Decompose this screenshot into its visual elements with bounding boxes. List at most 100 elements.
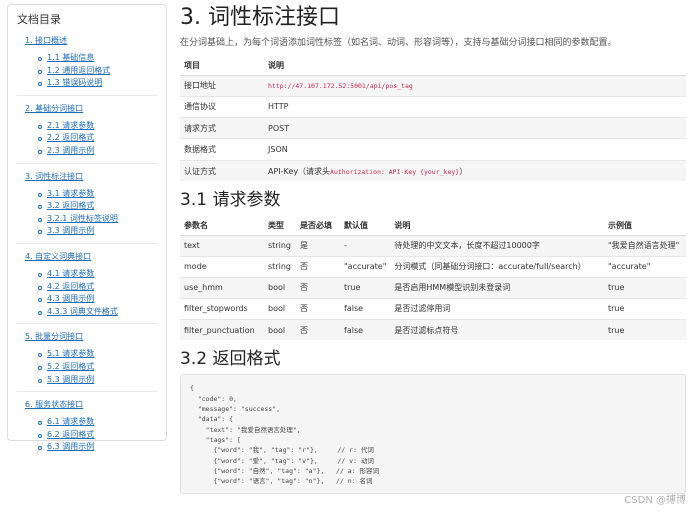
info-key: 数据格式 — [180, 138, 264, 161]
toc-item: 4.1 请求参数 — [38, 268, 158, 281]
info-value: HTTP — [264, 95, 686, 118]
toc-sublist: 6.1 请求参数 6.2 返回格式 6.3 调用示例 — [17, 416, 158, 454]
params-cell: 待处理的中文文本，长度不超过10000字 — [390, 234, 604, 257]
toc-item-link[interactable]: 6.2 返回格式 — [47, 430, 94, 439]
toc-item-link[interactable]: 4.1 请求参数 — [47, 269, 94, 278]
toc-item: 5.1 请求参数 — [38, 348, 158, 361]
toc-item: 4.3.3 词典文件格式 — [38, 306, 158, 319]
params-cell: - — [340, 234, 391, 257]
toc-item: 2.3 调用示例 — [38, 145, 158, 158]
toc-item-link[interactable]: 4.3 调用示例 — [47, 294, 94, 303]
endpoint-url[interactable]: http://47.107.172.52:5001/api/pos_tag — [268, 82, 413, 90]
toc-item-link[interactable]: 1.3 错误码说明 — [47, 78, 102, 87]
toc-item-link[interactable]: 5.3 调用示例 — [47, 375, 94, 384]
toc-section-link[interactable]: 4. 自定义词典接口 — [25, 252, 158, 262]
table-row: filter_punctuation bool 否 false 是否过滤标点符号 true — [180, 318, 686, 341]
toc-item: 5.3 调用示例 — [38, 374, 158, 387]
toc-item-link[interactable]: 3.2.1 词性标签说明 — [47, 214, 118, 223]
info-table-header: 项目 说明 — [180, 56, 686, 76]
toc-item-link[interactable]: 4.2 返回格式 — [47, 282, 94, 291]
table-row: use_hmm bool 否 true 是否启用HMM模型识别未登录词 true — [180, 276, 686, 299]
params-table-header: 参数名 类型 是否必填 默认值 说明 示例值 — [180, 215, 686, 236]
info-key: 通信协议 — [180, 95, 264, 118]
params-cell: bool — [264, 318, 296, 341]
params-heading: 3.1 请求参数 — [180, 190, 281, 211]
toc-section: 1. 接口概述 1.1 基础信息 1.2 通用返回格式 1.3 错误码说明 — [17, 36, 158, 96]
toc-item-link[interactable]: 2.2 返回格式 — [47, 133, 94, 142]
params-cell: "accurate" — [340, 255, 391, 278]
response-heading: 3.2 返回格式 — [180, 349, 281, 370]
toc-section: 3. 词性标注接口 3.1 请求参数 3.2 返回格式 3.2.1 词性标签说明 3.3… — [17, 172, 158, 244]
params-cell: bool — [264, 276, 296, 299]
toc-item: 3.2 返回格式 — [38, 200, 158, 213]
params-header-cell: 参数名 — [180, 215, 264, 236]
toc-sublist: 2.1 请求参数 2.2 返回格式 2.3 调用示例 — [17, 120, 158, 158]
toc-item-link[interactable]: 1.2 通用返回格式 — [47, 66, 110, 75]
info-header-item: 项目 — [180, 56, 264, 76]
toc-item-link[interactable]: 1.1 基础信息 — [47, 53, 94, 62]
toc-item: 6.3 调用示例 — [38, 441, 158, 454]
info-value-cell: API-Key（请求头Authorization: API-Key {your_… — [264, 159, 686, 182]
toc-item-link[interactable]: 6.3 调用示例 — [47, 442, 94, 451]
table-row: 通信协议 HTTP — [180, 95, 686, 118]
params-cell: "我爱自然语言处理" — [604, 234, 686, 257]
table-row: text string 是 - 待处理的中文文本，长度不超过10000字 "我爱自然语言处… — [180, 234, 686, 257]
toc-section: 2. 基础分词接口 2.1 请求参数 2.2 返回格式 2.3 调用示例 — [17, 104, 158, 164]
toc-item-link[interactable]: 3.2 返回格式 — [47, 201, 94, 210]
toc-section: 4. 自定义词典接口 4.1 请求参数 4.2 返回格式 4.3 调用示例 4.3.3 … — [17, 252, 158, 325]
main-content: 3. 词性标注接口 在分词基础上，为每个词语添加词性标签（如名词、动词、形容词等… — [180, 0, 686, 495]
params-cell: 是否过滤停用词 — [390, 297, 604, 320]
params-cell: 分词模式（同基础分词接口：accurate/full/search） — [390, 255, 604, 278]
info-table: 项目 说明 接口地址 http://47.107.172.52:5001/api… — [180, 56, 686, 182]
params-cell: true — [604, 318, 686, 341]
table-row: 请求方式 POST — [180, 117, 686, 139]
table-row: 数据格式 JSON — [180, 138, 686, 161]
params-cell: bool — [264, 297, 296, 320]
info-value: POST — [264, 117, 686, 139]
toc-section-link[interactable]: 5. 批量分词接口 — [25, 332, 158, 342]
toc-sublist: 5.1 请求参数 5.2 返回格式 5.3 调用示例 — [17, 348, 158, 386]
toc-item-link[interactable]: 5.1 请求参数 — [47, 349, 94, 358]
toc-sublist: 1.1 基础信息 1.2 通用返回格式 1.3 错误码说明 — [17, 52, 158, 90]
toc-item-link[interactable]: 2.3 调用示例 — [47, 146, 94, 155]
table-row: mode string 否 "accurate" 分词模式（同基础分词接口：accura… — [180, 255, 686, 278]
params-table: 参数名 类型 是否必填 默认值 说明 示例值 text string 是 - 待处理的中文文本，长… — [180, 215, 686, 341]
auth-suffix: ） — [459, 166, 468, 176]
params-header-cell: 类型 — [264, 215, 296, 236]
params-cell: true — [340, 276, 391, 299]
params-header-cell: 是否必填 — [296, 215, 340, 236]
toc-section-link[interactable]: 3. 词性标注接口 — [25, 172, 158, 182]
toc-item: 2.1 请求参数 — [38, 120, 158, 133]
page-title: 3. 词性标注接口 — [180, 5, 340, 30]
toc-item: 1.1 基础信息 — [38, 52, 158, 65]
toc-item: 3.3 调用示例 — [38, 225, 158, 238]
params-cell: 否 — [296, 255, 340, 278]
toc-item: 4.2 返回格式 — [38, 281, 158, 294]
toc-sublist: 4.1 请求参数 4.2 返回格式 4.3 调用示例 4.3.3 词典文件格式 — [17, 268, 158, 318]
params-cell: false — [340, 318, 391, 341]
toc-item: 3.2.1 词性标签说明 — [38, 213, 158, 226]
params-table-body: text string 是 - 待处理的中文文本，长度不超过10000字 "我爱自然语言处… — [180, 234, 686, 341]
params-cell: 是否启用HMM模型识别未登录词 — [390, 276, 604, 299]
intro-text: 在分词基础上，为每个词语添加词性标签（如名词、动词、形容词等），支持与基础分词接… — [180, 38, 617, 48]
toc-sections: 1. 接口概述 1.1 基础信息 1.2 通用返回格式 1.3 错误码说明 2. 基础分… — [17, 36, 158, 459]
toc-item-link[interactable]: 3.1 请求参数 — [47, 189, 94, 198]
info-key: 接口地址 — [180, 74, 264, 97]
params-cell: 否 — [296, 276, 340, 299]
toc-item: 1.3 错误码说明 — [38, 77, 158, 90]
toc-section-link[interactable]: 1. 接口概述 — [25, 36, 158, 46]
toc-item-link[interactable]: 6.1 请求参数 — [47, 417, 94, 426]
toc-sidebar: 文档目录 1. 接口概述 1.1 基础信息 1.2 通用返回格式 1.3 错误码说明 2… — [7, 4, 167, 451]
params-cell: 否 — [296, 318, 340, 341]
toc-section-link[interactable]: 6. 服务状态接口 — [25, 400, 158, 410]
toc-item-link[interactable]: 5.2 返回格式 — [47, 362, 94, 371]
toc-section-link[interactable]: 2. 基础分词接口 — [25, 104, 158, 114]
toc-item-link[interactable]: 4.3.3 词典文件格式 — [47, 307, 118, 316]
toc-item-link[interactable]: 3.3 调用示例 — [47, 226, 94, 235]
toc-section: 5. 批量分词接口 5.1 请求参数 5.2 返回格式 5.3 调用示例 — [17, 332, 158, 393]
toc-item: 6.2 返回格式 — [38, 429, 158, 442]
toc-item-link[interactable]: 2.1 请求参数 — [47, 121, 94, 130]
toc-item: 5.2 返回格式 — [38, 361, 158, 374]
params-cell: string — [264, 234, 296, 257]
toc-title: 文档目录 — [17, 13, 61, 26]
